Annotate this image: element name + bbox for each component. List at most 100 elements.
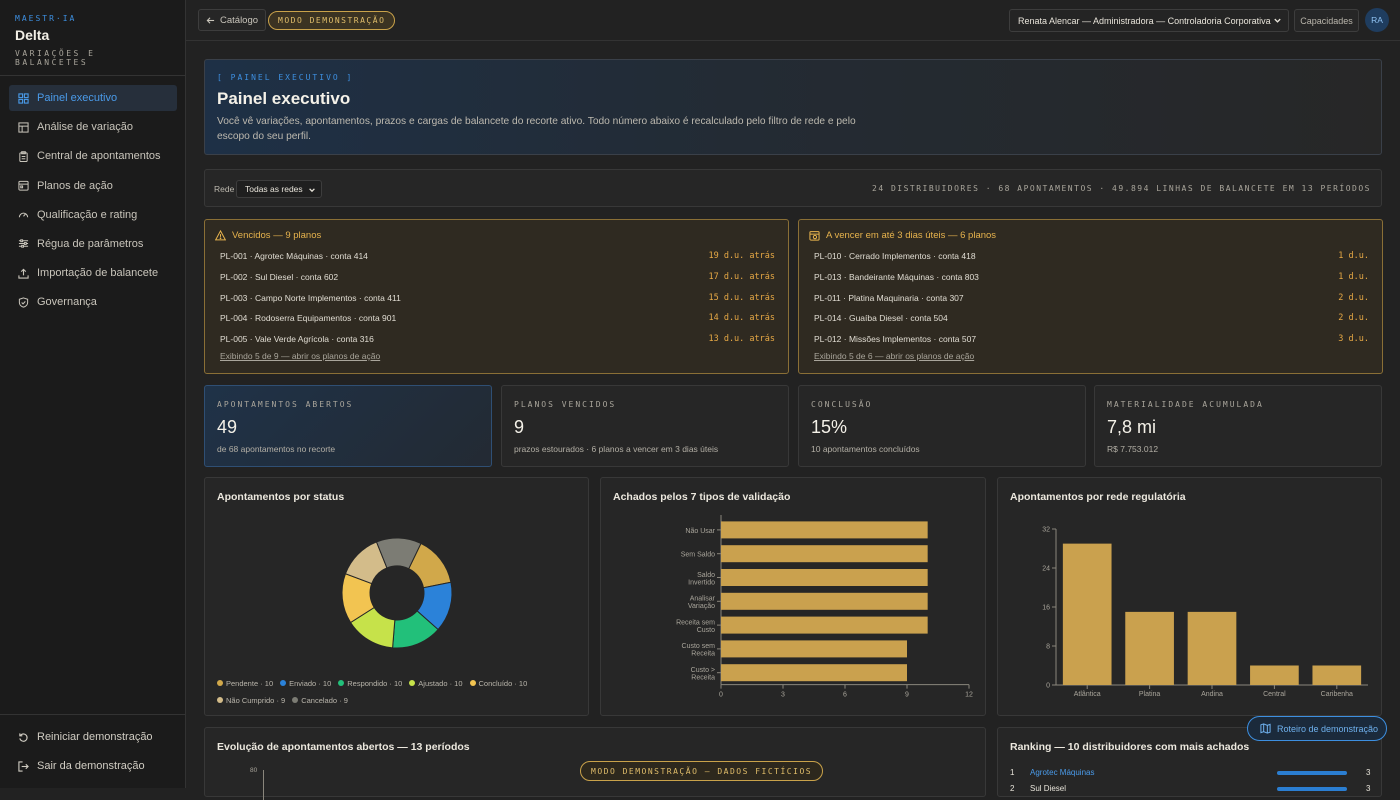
ranking-name: Sul Diesel	[1030, 784, 1067, 793]
overdue-row-text: PL-004 · Rodoserra Equipamentos · conta …	[220, 313, 397, 323]
network-select-value: Todas as redes	[245, 184, 303, 194]
kpi-value: 15%	[811, 417, 848, 437]
chevron-down-icon	[309, 188, 315, 193]
x-tick-label: Atlântica	[1074, 691, 1101, 698]
sidebar-item-central-apontamentos[interactable]: Central de apontamentos	[9, 143, 177, 169]
upcoming-row[interactable]: PL-013 · Bandeirante Máquinas · conta 80…	[814, 272, 1369, 286]
upcoming-header: A vencer em até 3 dias úteis — 6 planos	[809, 230, 996, 241]
overdue-more-link[interactable]: Exibindo 5 de 9 — abrir os planos de açã…	[220, 351, 380, 361]
sidebar-item-label: Planos de ação	[37, 179, 113, 192]
sidebar-item-label: Análise de variação	[37, 121, 134, 134]
calendar-clock-icon	[809, 231, 820, 241]
y-tick-label: Custo >	[691, 667, 715, 674]
legend-swatch	[338, 680, 345, 686]
exit-demo-button[interactable]: Sair da demonstração	[9, 753, 177, 779]
demo-data-badge: MODO DEMONSTRAÇÃO — DADOS FICTÍCIOS	[580, 761, 824, 781]
upcoming-more-link[interactable]: Exibindo 5 de 6 — abrir os planos de açã…	[814, 351, 974, 361]
kpi-value: 7,8 mi	[1107, 417, 1157, 437]
network-findings-card: Apontamentos por rede regulatória 0 8 16 24…	[997, 477, 1382, 716]
status-donut-card: Apontamentos por status Pendente · 10 Env…	[204, 477, 589, 716]
overdue-row[interactable]: PL-004 · Rodoserra Equipamentos · conta …	[220, 313, 775, 327]
y-tick-label: 32	[1042, 527, 1050, 534]
kpi-materiality[interactable]: MATERIALIDADE ACUMULADA 7,8 mi R$ 7.753.…	[1094, 385, 1382, 467]
overdue-row[interactable]: PL-001 · Agrotec Máquinas · conta 414 19 …	[220, 251, 775, 265]
sidebar-item-qualificacao-rating[interactable]: Qualificação e rating	[9, 202, 177, 228]
overdue-row[interactable]: PL-002 · Sul Diesel · conta 602 17 d.u. a…	[220, 272, 775, 286]
network-select[interactable]: Todas as redes	[236, 180, 322, 198]
upcoming-row-due: 3 d.u.	[1338, 334, 1369, 344]
brand: MAESTR·IA Delta VARIAÇÕES E BALANCETES	[0, 0, 185, 76]
sidebar-item-importacao-balancete[interactable]: Importação de balancete	[9, 260, 177, 286]
kpi-completion[interactable]: CONCLUSÃO 15% 10 apontamentos concluídos	[798, 385, 1086, 467]
sidebar-item-painel-executivo[interactable]: Painel executivo	[9, 85, 177, 111]
overdue-row-due: 14 d.u. atrás	[708, 313, 775, 323]
table-icon	[18, 122, 29, 133]
chart-title: Apontamentos por rede regulatória	[1010, 491, 1186, 503]
kpi-label: CONCLUSÃO	[811, 400, 873, 409]
upcoming-row-text: PL-013 · Bandeirante Máquinas · conta 80…	[814, 272, 979, 282]
capabilities-button[interactable]: Capacidades	[1294, 9, 1359, 32]
y-tick-label: Receita	[691, 651, 715, 658]
x-tick-label: 6	[843, 692, 847, 699]
upcoming-row-due: 2 d.u.	[1338, 293, 1369, 303]
overdue-row-due: 17 d.u. atrás	[708, 272, 775, 282]
upcoming-row-due: 1 d.u.	[1338, 251, 1369, 261]
reset-demo-button[interactable]: Reiniciar demonstração	[9, 724, 177, 750]
upcoming-row[interactable]: PL-010 · Cerrado Implementos · conta 418…	[814, 251, 1369, 265]
upcoming-row[interactable]: PL-012 · Missões Implementos · conta 507…	[814, 334, 1369, 348]
legend-label: Não Cumprido · 9	[226, 696, 286, 705]
kpi-sub: de 68 apontamentos no recorte	[217, 444, 336, 454]
sidebar-item-label: Painel executivo	[37, 92, 118, 104]
overdue-header: Vencidos — 9 planos	[215, 230, 321, 241]
sidebar-nav: Painel executivo Análise de variação Cen…	[9, 85, 177, 319]
ranking-position: 2	[1010, 784, 1015, 793]
y-tick-label: Não Usar	[685, 528, 715, 535]
sidebar-item-planos-acao[interactable]: Planos de ação	[9, 173, 177, 199]
overdue-row[interactable]: PL-003 · Campo Norte Implementos · conta…	[220, 293, 775, 307]
sidebar-item-regua-parametros[interactable]: Régua de parâmetros	[9, 231, 177, 257]
back-to-catalog-button[interactable]: Catálogo	[198, 9, 267, 31]
overdue-row[interactable]: PL-005 · Vale Verde Agrícola · conta 316…	[220, 334, 775, 348]
y-tick-label: Variação	[688, 603, 715, 610]
arrow-left-icon	[206, 16, 215, 24]
upcoming-row[interactable]: PL-014 · Guaíba Diesel · conta 504 2 d.u.	[814, 313, 1369, 327]
grid-icon	[18, 92, 29, 104]
ranking-row[interactable]: 2 Sul Diesel 3	[1010, 784, 1370, 796]
y-tick-label: Sem Saldo	[681, 552, 715, 559]
overdue-row-text: PL-001 · Agrotec Máquinas · conta 414	[220, 251, 368, 261]
ranking-position: 1	[1010, 768, 1015, 777]
legend-label: Concluído · 10	[478, 679, 528, 688]
x-tick-label: Andina	[1201, 691, 1223, 698]
bar	[721, 569, 928, 586]
chart-title: Evolução de apontamentos abertos — 13 pe…	[217, 741, 470, 753]
y-tick-label: Custo sem	[682, 643, 716, 650]
network-filter-bar: Rede Todas as redes 24 DISTRIBUIDORES · …	[204, 169, 1382, 207]
reset-demo-label: Reiniciar demonstração	[37, 731, 153, 743]
network-findings-chart: 0 8 16 24 32 Atlântica Platina Andina Central Car…	[1042, 527, 1368, 698]
ranking-row[interactable]: 1 Agrotec Máquinas 3	[1010, 768, 1370, 780]
y-tick-label: 24	[1042, 566, 1050, 573]
sidebar: MAESTR·IA Delta VARIAÇÕES E BALANCETES P…	[0, 0, 186, 788]
user-profile-select[interactable]: Renata Alencar — Administradora — Contro…	[1009, 9, 1289, 32]
demo-tour-button[interactable]: Roteiro de demonstração	[1247, 716, 1387, 741]
bar	[721, 592, 928, 610]
kpi-open-findings[interactable]: APONTAMENTOS ABERTOS 49 de 68 apontament…	[204, 385, 492, 467]
upcoming-row-text: PL-010 · Cerrado Implementos · conta 418	[814, 251, 976, 261]
avatar[interactable]: RA	[1365, 8, 1389, 32]
legend-item: Concluído · 10	[469, 675, 528, 692]
upcoming-row-due: 2 d.u.	[1338, 313, 1369, 323]
evolution-y-tick: 80	[250, 767, 258, 774]
chart-title: Achados pelos 7 tipos de validação	[613, 491, 791, 503]
x-tick-label: 0	[719, 692, 723, 699]
ranking-count: 3	[1366, 768, 1371, 777]
sliders-icon	[18, 239, 29, 249]
kpi-overdue-plans[interactable]: PLANOS VENCIDOS 9 prazos estourados · 6 …	[501, 385, 789, 467]
legend-swatch	[292, 697, 299, 703]
chevron-down-icon	[1274, 18, 1281, 23]
upcoming-row-text: PL-011 · Platina Maquinaria · conta 307	[814, 293, 964, 303]
reset-icon	[19, 732, 28, 742]
sidebar-item-governanca[interactable]: Governança	[9, 289, 177, 315]
bar	[721, 640, 907, 658]
upcoming-row[interactable]: PL-011 · Platina Maquinaria · conta 307 2…	[814, 293, 1369, 307]
sidebar-item-analise-variacao[interactable]: Análise de variação	[9, 114, 177, 140]
